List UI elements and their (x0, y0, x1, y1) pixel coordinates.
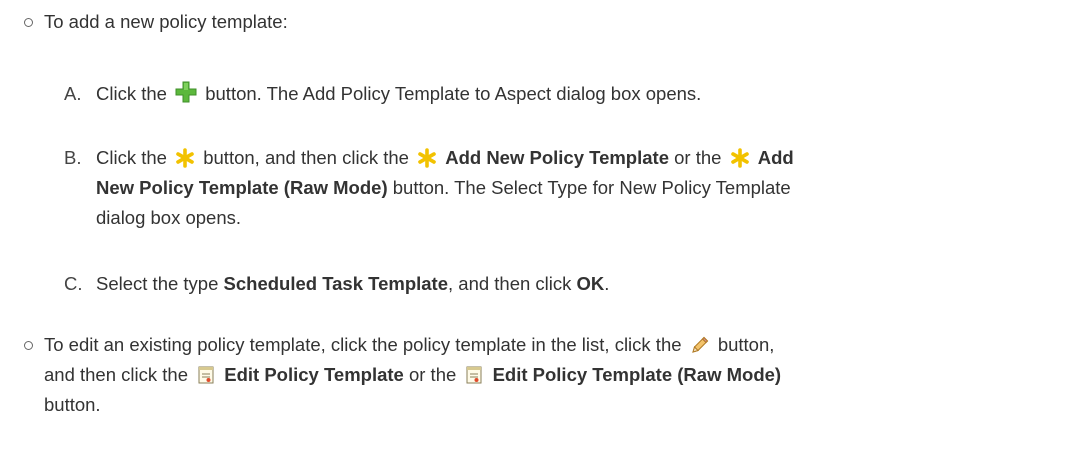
plus-icon (175, 81, 197, 103)
pencil-icon (691, 336, 708, 353)
step-b-line3: dialog box opens. (96, 207, 242, 228)
step-b-line1: Click the button, and then click the Add… (96, 147, 794, 168)
edit-line2: and then click the Edit Policy Template … (44, 364, 782, 385)
policy-template-icon (198, 366, 214, 384)
edit-policy-template-raw-label: Edit Policy Template (Raw Mode) (492, 364, 782, 385)
step-a-marker: A. (64, 83, 82, 104)
asterisk-icon (176, 148, 194, 168)
add-new-policy-template-raw-label: Add (757, 147, 794, 168)
edit-line1: To edit an existing policy template, cli… (44, 334, 775, 355)
step-a-text: Click the button. The Add Policy Templat… (96, 81, 702, 104)
ok-label: OK (576, 273, 605, 294)
add-intro: To add a new policy template: (44, 11, 288, 32)
asterisk-icon (730, 148, 749, 168)
policy-template-icon (466, 366, 482, 384)
step-b-marker: B. (64, 147, 82, 168)
scheduled-task-template-label: Scheduled Task Template (223, 273, 448, 294)
add-new-policy-template-label: Add New Policy Template (445, 147, 669, 168)
bullet-marker (24, 341, 33, 350)
step-b-line2: New Policy Template (Raw Mode) button. T… (96, 177, 791, 198)
edit-policy-template-label: Edit Policy Template (224, 364, 404, 385)
step-c-text: Select the type Scheduled Task Template,… (96, 273, 610, 294)
edit-line3: button. (44, 394, 101, 415)
bullet-marker (24, 18, 33, 27)
asterisk-icon (418, 148, 436, 168)
step-c-marker: C. (64, 273, 83, 294)
